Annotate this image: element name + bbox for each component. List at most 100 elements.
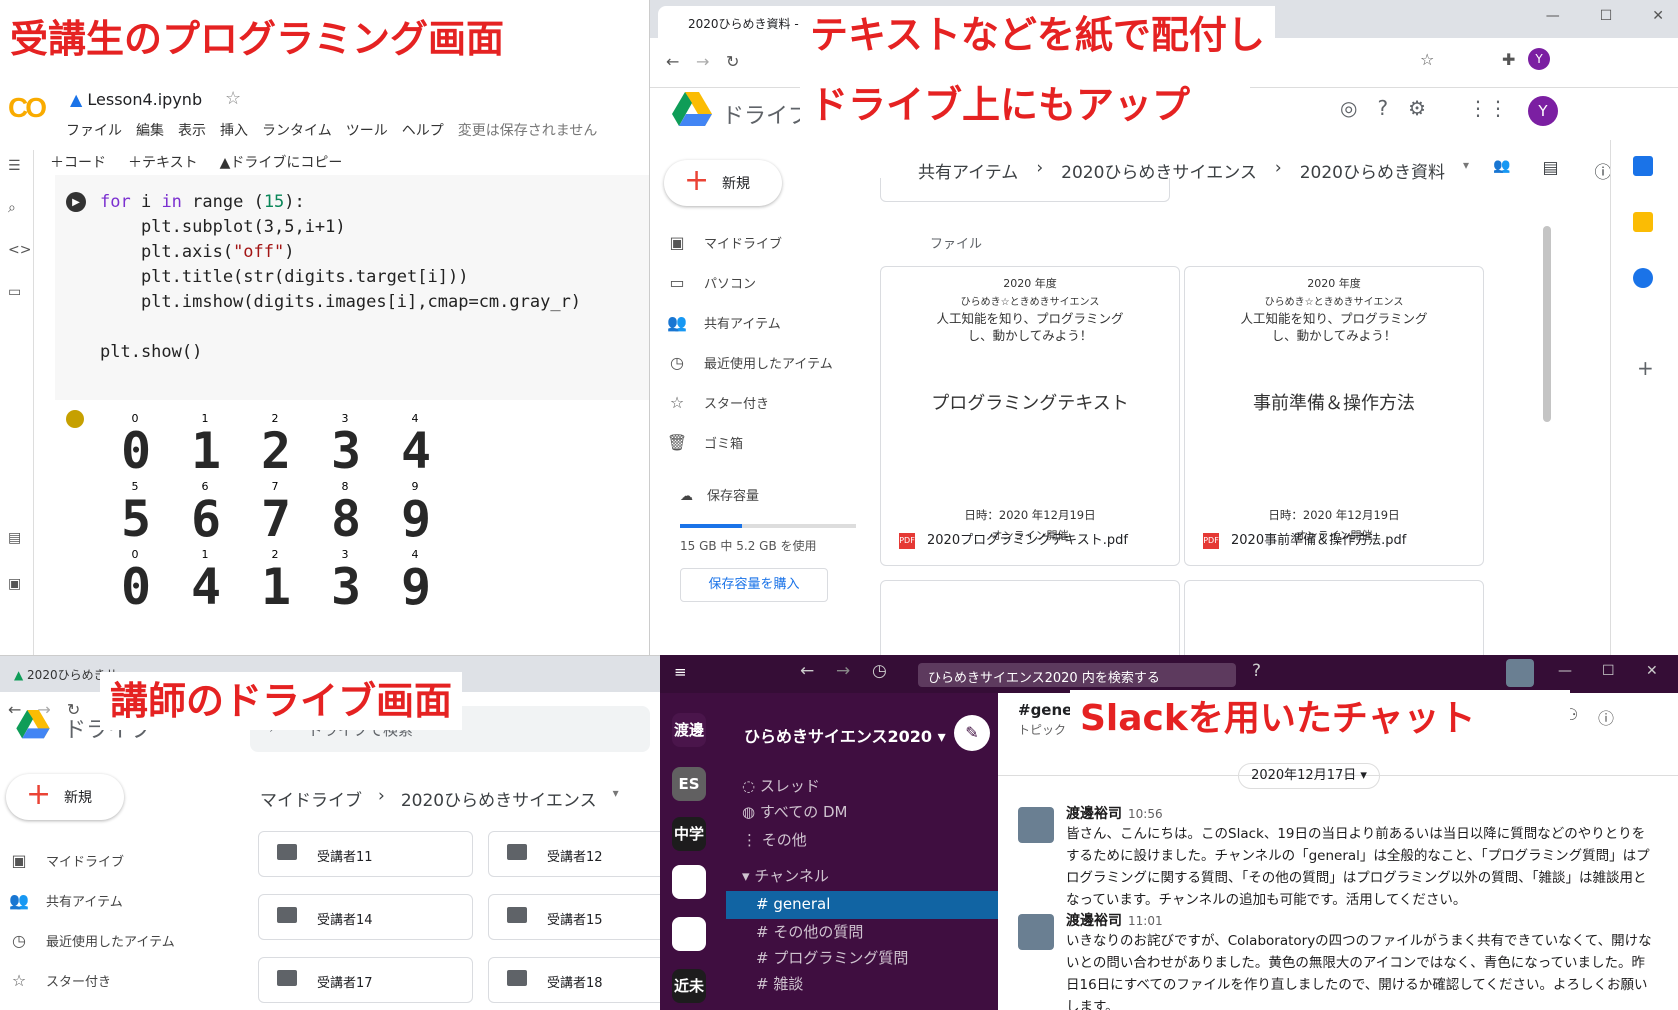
dropdown-icon[interactable]: ▾ — [1463, 158, 1469, 183]
menu-runtime[interactable]: ランタイム — [262, 120, 332, 140]
nav-starred[interactable]: ☆ スター付き — [664, 382, 833, 422]
gear-icon[interactable]: ⚙ — [1408, 96, 1426, 126]
run-cell-button[interactable]: ▶ — [66, 192, 86, 212]
folder-item[interactable]: 受講者14 — [258, 894, 473, 940]
author-name[interactable]: 渡邊裕司 — [1066, 913, 1122, 929]
workspace-name[interactable]: ひらめきサイエンス2020 ▾ — [744, 723, 946, 747]
author-name[interactable]: 渡邊裕司 — [1066, 806, 1122, 822]
nav-recent[interactable]: ◷ 最近使用したアイテム — [664, 342, 833, 382]
scrollbar[interactable] — [1543, 226, 1551, 422]
code-editor[interactable]: for i in range (15): plt.subplot(3,5,i+1… — [100, 190, 581, 365]
file-card[interactable]: 2020 年度 ひらめき☆ときめきサイエンス 人工知能を知り、プログラミングし、… — [1184, 266, 1484, 566]
user-avatar[interactable] — [1506, 659, 1534, 687]
help-icon[interactable]: ? — [1252, 661, 1261, 681]
nav-shared[interactable]: 👥 共有アイテム — [6, 880, 175, 920]
folder-item[interactable]: 受講者18 — [488, 957, 660, 1003]
profile-avatar[interactable]: Y — [1528, 48, 1550, 70]
forward-icon[interactable]: → — [696, 52, 709, 71]
star-icon[interactable]: ☆ — [225, 88, 241, 109]
channel-general[interactable]: # general — [726, 891, 998, 919]
folder-item[interactable]: 受講者12 — [488, 831, 660, 877]
files-icon[interactable]: ▭ — [8, 284, 21, 300]
help-icon[interactable]: ? — [1377, 96, 1388, 126]
close-icon[interactable]: ✕ — [1646, 663, 1658, 679]
workspace-icon[interactable] — [672, 865, 706, 899]
crumb-science[interactable]: 2020ひらめきサイエンス — [401, 786, 597, 811]
ready-offline-icon[interactable]: ◎ — [1340, 96, 1357, 126]
folder-item[interactable]: 受講者11 — [258, 831, 473, 877]
avatar[interactable] — [1018, 914, 1054, 950]
crumb-my-drive[interactable]: マイドライブ — [260, 786, 362, 811]
menu-file[interactable]: ファイル — [66, 120, 122, 140]
keep-icon[interactable] — [1633, 212, 1653, 232]
code-snippets-icon[interactable]: <> — [8, 242, 31, 258]
workspace-icon[interactable]: 渡邊 — [672, 713, 706, 747]
workspace-icon[interactable] — [672, 917, 706, 951]
terminal-icon[interactable]: ▣ — [8, 576, 21, 592]
extensions-icon[interactable]: ✚ — [1502, 50, 1515, 69]
menu-help[interactable]: ヘルプ — [402, 120, 444, 140]
folder-card-partial[interactable] — [880, 178, 1170, 202]
nav-my-drive[interactable]: ▣ マイドライブ — [664, 222, 833, 262]
minimize-icon[interactable]: — — [1558, 663, 1572, 679]
tasks-icon[interactable] — [1633, 268, 1653, 288]
add-text-button[interactable]: ＋テキスト — [128, 152, 198, 172]
nav-computers[interactable]: ▭ パソコン — [664, 262, 833, 302]
notebook-filename[interactable]: ▲ Lesson4.ipynb — [70, 90, 202, 109]
menu-tools[interactable]: ツール — [346, 120, 388, 140]
nav-shared[interactable]: 👥 共有アイテム — [664, 302, 833, 342]
dropdown-icon[interactable]: ▾ — [613, 786, 619, 811]
add-code-button[interactable]: ＋コード — [50, 152, 106, 172]
nav-recent[interactable]: ◷ 最近使用したアイテム — [6, 920, 175, 960]
workspace-icon[interactable]: ES — [672, 767, 706, 801]
crumb-materials[interactable]: 2020ひらめき資料 — [1300, 158, 1445, 183]
new-button[interactable]: + 新規 — [664, 160, 782, 206]
calendar-icon[interactable] — [1633, 156, 1653, 176]
browser-tab[interactable]: 2020ひらめき資料 - G — [658, 6, 812, 38]
new-button[interactable]: + 新規 — [6, 774, 124, 820]
buy-storage-button[interactable]: 保存容量を購入 — [680, 568, 828, 602]
sidebar-item-threads[interactable]: ◌ スレッド — [742, 775, 820, 796]
list-view-icon[interactable]: ▤ — [1542, 158, 1558, 183]
back-icon[interactable]: ← — [666, 52, 679, 71]
info-icon[interactable]: ⓘ — [1595, 158, 1612, 183]
apps-grid-icon[interactable]: ⋮⋮ — [1468, 96, 1508, 126]
toc-icon[interactable]: ☰ — [8, 158, 21, 174]
channels-header[interactable]: ▾ チャンネル — [742, 865, 829, 886]
folder-item[interactable]: 受講者17 — [258, 957, 473, 1003]
menu-insert[interactable]: 挿入 — [220, 120, 248, 140]
close-icon[interactable]: ✕ — [1652, 8, 1664, 24]
nav-trash[interactable]: 🗑 ゴミ箱 — [664, 422, 833, 462]
avatar[interactable] — [1018, 807, 1054, 843]
search-icon[interactable]: ⌕ — [8, 200, 16, 216]
sidebar-item-dms[interactable]: ◍ すべての DM — [742, 801, 847, 822]
command-palette-icon[interactable]: ▤ — [8, 530, 21, 546]
slack-search-input[interactable]: ひらめきサイエンス2020 内を検索する — [918, 663, 1236, 687]
nav-starred[interactable]: ☆ スター付き — [6, 960, 175, 1000]
file-card[interactable]: 2020 年度 ひらめき☆ときめきサイエンス 人工知能を知り、プログラミングし、… — [880, 266, 1180, 566]
star-icon[interactable]: ☆ — [1420, 50, 1434, 69]
history-icon[interactable]: ◷ — [872, 661, 887, 681]
share-icon[interactable]: 👥 — [1493, 158, 1510, 183]
reload-icon[interactable]: ↻ — [726, 52, 739, 71]
channel-chat[interactable]: # 雑談 — [726, 969, 998, 997]
account-avatar[interactable]: Y — [1528, 96, 1559, 126]
menu-edit[interactable]: 編集 — [136, 120, 164, 140]
add-icon[interactable]: + — [1637, 356, 1654, 380]
compose-icon[interactable]: ✎ — [954, 715, 990, 751]
workspace-icon[interactable]: 近未 — [672, 969, 706, 1003]
channel-programming-questions[interactable]: # プログラミング質問 — [726, 943, 998, 971]
info-icon[interactable]: ⓘ — [1598, 705, 1614, 729]
menu-view[interactable]: 表示 — [178, 120, 206, 140]
storage-label[interactable]: ☁ 保存容量 — [680, 485, 759, 504]
sidebar-item-more[interactable]: ⋮ その他 — [742, 829, 807, 850]
channel-topic[interactable]: トピック — [1018, 721, 1066, 738]
channel-other-questions[interactable]: # その他の質問 — [726, 917, 998, 945]
menu-icon[interactable]: ≡ — [674, 663, 687, 681]
maximize-icon[interactable]: ☐ — [1602, 663, 1615, 679]
file-card[interactable] — [1184, 580, 1484, 655]
folder-item[interactable]: 受講者15 — [488, 894, 660, 940]
file-card[interactable] — [880, 580, 1180, 655]
copy-to-drive-button[interactable]: ▲ドライブにコピー — [220, 152, 343, 172]
back-icon[interactable]: ← — [800, 661, 814, 681]
